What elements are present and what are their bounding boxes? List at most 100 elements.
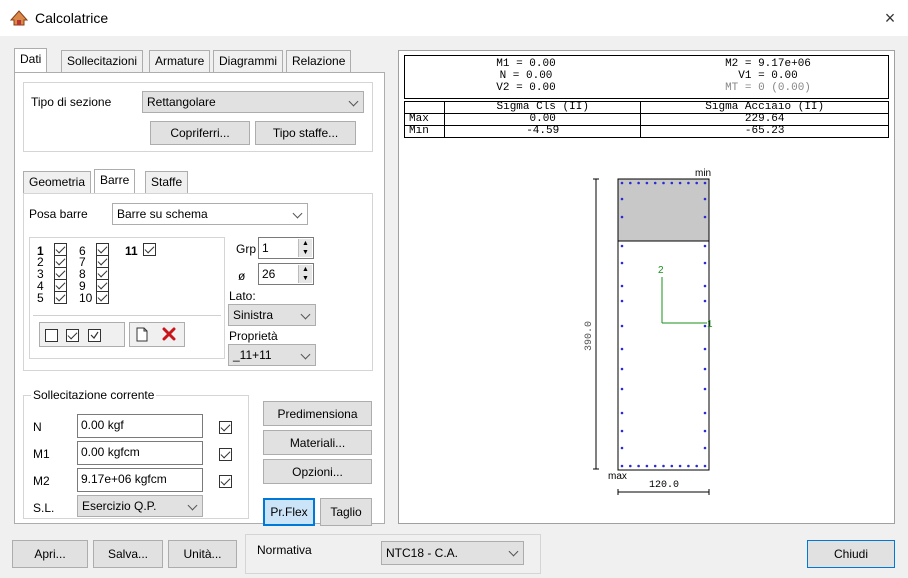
bar-number: 10 xyxy=(79,291,93,305)
m2-checkbox[interactable] xyxy=(219,475,232,488)
m1-result: M1 = 0.00 xyxy=(496,58,556,70)
spinner-arrows-icon[interactable]: ▲ ▼ xyxy=(298,265,312,283)
normativa-select[interactable]: NTC18 - C.A. xyxy=(381,541,524,565)
chiudi-button[interactable]: Chiudi xyxy=(807,540,895,568)
title-bar: Calcolatrice × xyxy=(0,0,908,36)
rebar-dot xyxy=(637,464,640,468)
proprieta-label: Proprietà xyxy=(229,329,278,343)
check-all-icon[interactable] xyxy=(66,329,79,342)
v2-result: V2 = 0.00 xyxy=(496,82,556,94)
chevron-down-icon xyxy=(508,546,519,557)
rebar-dot xyxy=(637,181,640,185)
mt-result: MT = 0 (0.00) xyxy=(725,82,811,94)
tab-relazione[interactable]: Relazione xyxy=(286,50,352,72)
client-area: Dati Sollecitazioni Armature Diagrammi R… xyxy=(0,36,908,578)
rebar-dot xyxy=(695,181,698,185)
bar-checkbox-11[interactable] xyxy=(143,243,156,256)
dati-panel: Tipo di sezione Rettangolare Copriferri.… xyxy=(14,72,385,526)
posa-select[interactable]: Barre su schema xyxy=(112,203,308,225)
table-header: Sigma Cls (II) xyxy=(443,101,642,114)
sl-select[interactable]: Esercizio Q.P. xyxy=(77,495,203,517)
proprieta-select[interactable]: _11+11 xyxy=(228,344,316,366)
table-cell: -4.59 xyxy=(443,125,642,138)
rebar-dot xyxy=(703,367,707,371)
section-drawing: 390.0 120.0 min max 1 2 xyxy=(584,168,713,495)
predimensiona-button[interactable]: Predimensiona xyxy=(263,401,372,426)
rebar-dot xyxy=(645,464,649,468)
apri-button[interactable]: Apri... xyxy=(12,540,88,568)
min-label: min xyxy=(695,168,711,179)
table-header: Sigma Acciaio (II) xyxy=(640,101,889,114)
rebar-dot xyxy=(678,464,682,468)
rebar-dot xyxy=(662,181,665,185)
rebar-dot xyxy=(703,244,707,248)
rebar-dot xyxy=(687,464,690,468)
tab-geometria[interactable]: Geometria xyxy=(23,171,92,193)
n-checkbox[interactable] xyxy=(219,421,232,434)
unita-button[interactable]: Unità... xyxy=(168,540,237,568)
rebar-dot xyxy=(695,464,698,468)
rebar-dot xyxy=(620,215,624,219)
rebar-dot xyxy=(620,299,624,303)
prflex-button[interactable]: Pr.Flex xyxy=(263,498,315,526)
compressed-zone xyxy=(617,178,710,242)
rebar-dot xyxy=(620,411,624,415)
close-icon[interactable]: × xyxy=(878,6,902,30)
rebar-dot xyxy=(620,464,624,468)
tab-dati[interactable]: Dati xyxy=(14,48,48,72)
rebar-dot xyxy=(678,181,682,185)
rebar-dot xyxy=(703,411,707,415)
bar-checkbox-5[interactable] xyxy=(54,291,67,304)
rebar-dot xyxy=(703,387,707,391)
table-cell: 0.00 xyxy=(443,113,642,126)
chevron-down-icon xyxy=(300,349,311,360)
chevron-down-icon xyxy=(187,500,198,511)
v1-result: V1 = 0.00 xyxy=(738,70,798,82)
stress-table: Sigma Cls (II) Sigma Acciaio (II) Max 0.… xyxy=(404,101,889,138)
rebar-dot xyxy=(620,284,624,288)
app-icon xyxy=(10,10,28,26)
uncheck-all-icon[interactable] xyxy=(45,329,58,342)
bars-tab-control: Geometria Barre Staffe Posa barre Barre … xyxy=(23,169,373,371)
tab-sollecitazioni[interactable]: Sollecitazioni xyxy=(61,50,144,72)
rebar-dot xyxy=(703,261,707,265)
invert-selection-icon[interactable] xyxy=(88,329,101,342)
main-tab-control: Dati Sollecitazioni Armature Diagrammi R… xyxy=(14,48,385,526)
lato-select[interactable]: Sinistra xyxy=(228,304,316,326)
tipo-staffe-button[interactable]: Tipo staffe... xyxy=(255,121,356,145)
rebar-dot xyxy=(703,197,707,201)
table-cell: -65.23 xyxy=(640,125,889,138)
grp-label: Grp xyxy=(236,242,257,256)
taglio-button[interactable]: Taglio xyxy=(320,498,372,526)
opzioni-button[interactable]: Opzioni... xyxy=(263,459,372,484)
diameter-value: 26 xyxy=(262,267,276,281)
m1-checkbox[interactable] xyxy=(219,448,232,461)
grp-spinner[interactable]: 1 ▲ ▼ xyxy=(258,237,314,259)
bar-checkbox-10[interactable] xyxy=(96,291,109,304)
m2-field[interactable]: 9.17e+06 kgfcm xyxy=(77,468,203,492)
salva-button[interactable]: Salva... xyxy=(93,540,163,568)
section-type-select[interactable]: Rettangolare xyxy=(142,91,364,113)
rebar-dot xyxy=(620,324,624,328)
tab-armature[interactable]: Armature xyxy=(149,50,211,72)
n-field[interactable]: 0.00 kgf xyxy=(77,414,203,438)
tab-staffe[interactable]: Staffe xyxy=(145,171,189,193)
bar-number: 5 xyxy=(37,291,44,305)
tab-diagrammi[interactable]: Diagrammi xyxy=(213,50,284,72)
diameter-spinner[interactable]: 26 ▲ ▼ xyxy=(258,263,314,285)
delete-icon[interactable] xyxy=(162,327,176,341)
rebar-dot xyxy=(653,464,657,468)
lato-label: Lato: xyxy=(229,289,256,303)
sollecitazione-title: Sollecitazione corrente xyxy=(31,388,157,402)
rebar-dot xyxy=(687,181,690,185)
m1-field[interactable]: 0.00 kgfcm xyxy=(77,441,203,465)
materiali-button[interactable]: Materiali... xyxy=(263,430,372,455)
tab-barre[interactable]: Barre xyxy=(94,169,136,193)
grp-value: 1 xyxy=(262,241,269,255)
row-label: Min xyxy=(404,125,445,138)
copriferri-button[interactable]: Copriferri... xyxy=(150,121,250,145)
rebar-dot xyxy=(703,429,707,433)
sl-value: Esercizio Q.P. xyxy=(82,499,157,513)
spinner-arrows-icon[interactable]: ▲ ▼ xyxy=(298,239,312,257)
new-file-icon[interactable] xyxy=(136,327,148,342)
